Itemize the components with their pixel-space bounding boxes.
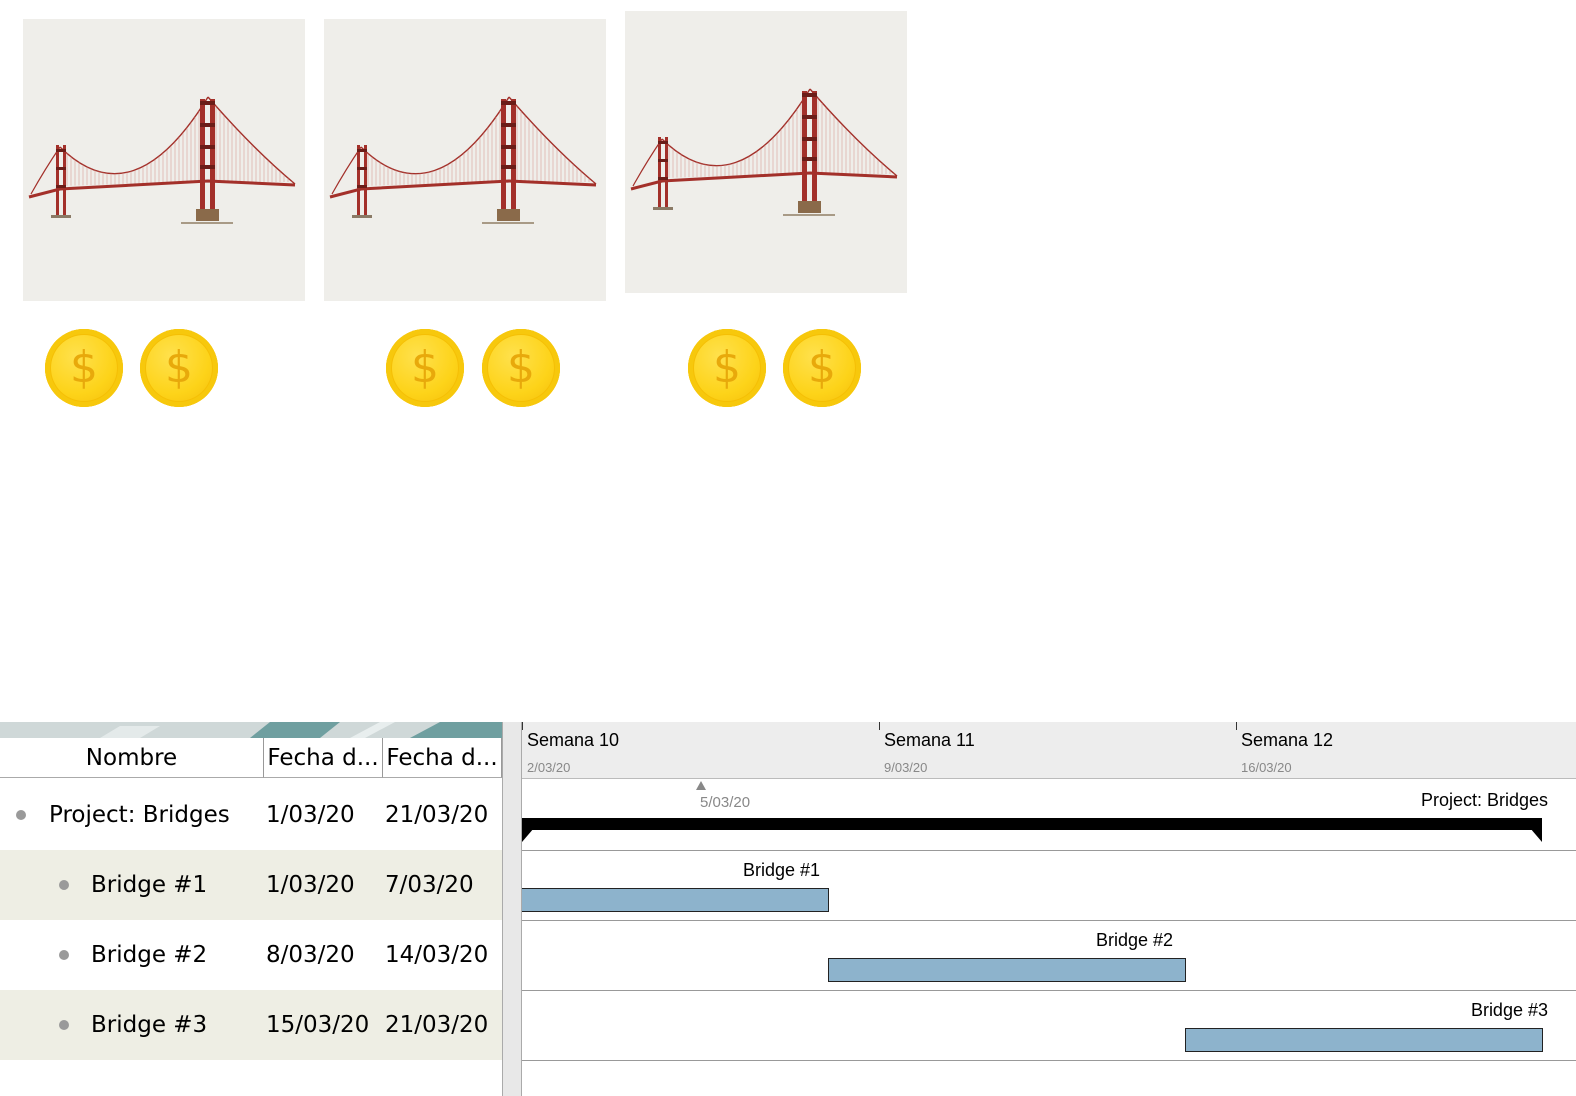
today-marker-icon (696, 781, 706, 790)
bridge-image-1 (23, 19, 305, 301)
table-row[interactable]: Bridge #3 15/03/20 21/03/20 (0, 990, 502, 1060)
row-bullet-icon (59, 950, 69, 960)
bridge-icon (28, 96, 296, 224)
bar-label: Bridge #2 (1096, 930, 1174, 950)
pane-splitter[interactable] (502, 722, 522, 1096)
coin-icon: $ (386, 329, 464, 407)
table-row[interactable]: Project: Bridges 1/03/20 21/03/20 (0, 780, 502, 850)
banner-decoration (0, 722, 506, 738)
week-date: 16/03/20 (1241, 760, 1292, 775)
summary-bar-end-cap (1530, 828, 1542, 842)
column-header-name[interactable]: Nombre (0, 738, 264, 778)
task-bar[interactable] (1185, 1028, 1543, 1052)
bar-label: Project: Bridges (1420, 790, 1548, 810)
task-table: Nombre Fecha d... Fecha d... Project: Br… (0, 722, 506, 1096)
bridge-image-3 (625, 11, 907, 293)
row-bullet-icon (59, 1020, 69, 1030)
timescale-header: Semana 10 2/03/20 Semana 11 9/03/20 Sema… (522, 722, 1576, 779)
header-banner (0, 722, 506, 738)
task-bar[interactable] (522, 888, 829, 912)
row-bullet-icon (16, 810, 26, 820)
task-end: 21/03/20 (385, 1012, 489, 1038)
coin-icon: $ (482, 329, 560, 407)
task-start: 1/03/20 (266, 802, 355, 828)
summary-bar[interactable] (522, 818, 1542, 830)
table-row[interactable]: Bridge #2 8/03/20 14/03/20 (0, 920, 502, 990)
coin-icon: $ (140, 329, 218, 407)
task-end: 7/03/20 (385, 872, 474, 898)
coin-icon: $ (783, 329, 861, 407)
week-tick (879, 722, 880, 730)
week-label: Semana 10 (527, 730, 620, 750)
task-end: 21/03/20 (385, 802, 489, 828)
coin-icon: $ (688, 329, 766, 407)
bridge-icon (329, 96, 597, 224)
week-label: Semana 12 (1241, 730, 1334, 750)
gantt-chart: Semana 10 2/03/20 Semana 11 9/03/20 Sema… (522, 722, 1576, 1096)
week-label: Semana 11 (884, 730, 975, 750)
column-header-end-date[interactable]: Fecha d... (383, 738, 502, 778)
summary-bar-start-cap (522, 828, 534, 842)
task-end: 14/03/20 (385, 942, 489, 968)
table-row[interactable]: Bridge #1 1/03/20 7/03/20 (0, 850, 502, 920)
task-name: Project: Bridges (49, 802, 230, 828)
today-marker-label: 5/03/20 (700, 794, 751, 811)
task-name: Bridge #3 (91, 1012, 208, 1038)
week-date: 9/03/20 (884, 760, 928, 775)
column-header-start-date[interactable]: Fecha d... (264, 738, 383, 778)
week-tick (522, 722, 523, 730)
row-bullet-icon (59, 880, 69, 890)
task-name: Bridge #1 (91, 872, 208, 898)
task-name: Bridge #2 (91, 942, 208, 968)
bridge-icon (630, 88, 898, 216)
coin-icon: $ (45, 329, 123, 407)
gantt-row (522, 780, 1576, 851)
task-bar[interactable] (828, 958, 1186, 982)
week-tick (1236, 722, 1237, 730)
task-start: 15/03/20 (266, 1012, 370, 1038)
week-date: 2/03/20 (527, 760, 571, 775)
bar-label: Bridge #1 (743, 860, 821, 880)
task-start: 8/03/20 (266, 942, 355, 968)
bridge-image-2 (324, 19, 606, 301)
bar-label: Bridge #3 (1470, 1000, 1548, 1020)
task-start: 1/03/20 (266, 872, 355, 898)
